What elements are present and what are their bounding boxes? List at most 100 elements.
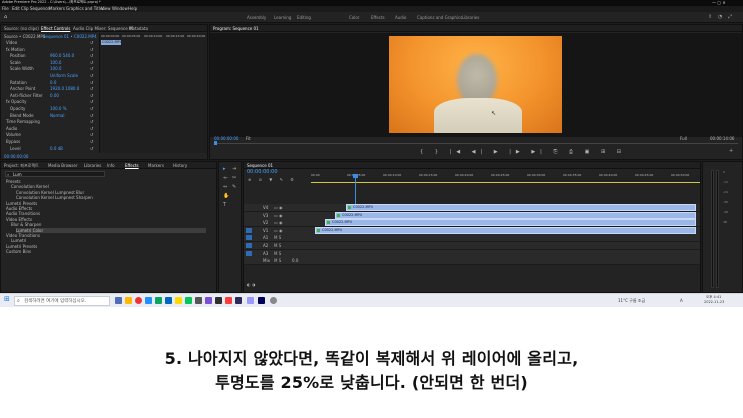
hand-tool-icon[interactable]: ✋	[223, 194, 229, 199]
reset-icon[interactable]: ↺	[90, 47, 93, 52]
fullscreen-icon[interactable]: ⤢	[728, 15, 732, 20]
reset-icon[interactable]: ↺	[90, 66, 93, 71]
effect-property-row[interactable]: Anti-flicker Filter 0.00 ↺	[4, 93, 99, 98]
ws-effects[interactable]: Effects	[371, 15, 385, 20]
track-target-toggle[interactable]	[246, 243, 252, 248]
ws-color[interactable]: Color	[349, 15, 359, 20]
effect-property-row[interactable]: Bypass ↺	[4, 139, 99, 144]
effect-property-value[interactable]: 100.0 %	[50, 106, 67, 111]
taskbar-search-input[interactable]: ⌕ 검색하려면 여기에 입력하십시오.	[14, 296, 110, 306]
effects-tree-item[interactable]: Video Effects	[6, 217, 32, 222]
track-target-toggle[interactable]	[246, 235, 252, 241]
effects-tree-item[interactable]: Lumetri Presets	[6, 244, 37, 249]
track-target-toggle[interactable]	[246, 227, 252, 233]
transport-controls[interactable]: { } |◀ ◀| ▶ |▶ ▶| ⎘ ⎙ ▣ ⊞ ⊟	[420, 149, 626, 155]
track-lane[interactable]	[311, 257, 700, 266]
tab-effect-controls[interactable]: Effect Controls	[41, 26, 70, 31]
tab-info[interactable]: Info	[107, 163, 115, 168]
reset-icon[interactable]: ↺	[90, 73, 93, 78]
slip-tool-icon[interactable]: ⇔	[223, 185, 227, 190]
reset-icon[interactable]: ↺	[90, 86, 93, 91]
track-mute-icon[interactable]: M S	[274, 243, 281, 248]
effect-property-row[interactable]: Rotation 0.0 ↺	[4, 80, 99, 85]
track-header[interactable]: Mix M S	[244, 257, 311, 266]
ws-captions[interactable]: Captions and Graphics	[417, 15, 462, 20]
effects-tree-item[interactable]: Convolution Kernel	[11, 184, 49, 189]
mix-level-value[interactable]: 0.0	[292, 258, 298, 263]
photoshop-icon[interactable]	[258, 297, 265, 304]
reset-icon[interactable]: ↺	[90, 119, 93, 124]
effect-property-value[interactable]: 100.0	[50, 66, 61, 71]
effects-tree-item[interactable]: Video Transitions	[6, 233, 40, 238]
effect-property-row[interactable]: Position 960.0 540.0 ↺	[4, 53, 99, 58]
effects-tree-item[interactable]: Lumetri	[11, 238, 26, 243]
track-eye-icon[interactable]: ▭ ◉	[274, 205, 283, 210]
reset-icon[interactable]: ↺	[90, 139, 93, 144]
reset-icon[interactable]: ↺	[90, 99, 93, 104]
program-title[interactable]: Program: Sequence 01	[213, 26, 259, 31]
program-timecode[interactable]: 00:00:00:00	[214, 136, 238, 141]
work-area-bar[interactable]	[311, 182, 700, 183]
tab-media-browser[interactable]: Media Browser	[48, 163, 78, 168]
effect-property-row[interactable]: Blend Mode Normal ↺	[4, 113, 99, 118]
video-clip[interactable]: C0022.MP4	[315, 226, 696, 234]
track-mute-icon[interactable]: M S	[274, 235, 281, 240]
ws-editing[interactable]: Editing	[297, 15, 311, 20]
file-explorer-icon[interactable]	[125, 297, 132, 304]
reset-icon[interactable]: ↺	[90, 60, 93, 65]
playhead-handle[interactable]	[353, 174, 358, 178]
bell-icon[interactable]: ◔	[718, 15, 722, 20]
task-view-icon[interactable]	[115, 297, 122, 304]
effect-property-row[interactable]: Opacity 100.0 % ↺	[4, 106, 99, 111]
razor-icon[interactable]: ✂	[232, 176, 236, 181]
effect-property-row[interactable]: Time Remapping ↺	[4, 119, 99, 124]
effect-property-row[interactable]: Uniform Scale ↺	[4, 73, 99, 78]
effect-property-value[interactable]: 0.0	[50, 80, 56, 85]
effect-property-value[interactable]: 100.0	[50, 60, 61, 65]
ws-libraries[interactable]: Libraries	[462, 15, 479, 20]
effects-tree-item[interactable]: Presets	[6, 179, 21, 184]
tab-libraries[interactable]: Libraries	[84, 163, 101, 168]
timeline-ruler[interactable]: 00:0000:00:05:0000:00:10:0000:00:15:0000…	[311, 171, 700, 185]
effects-search-input[interactable]: ⌕ Lum	[5, 171, 105, 177]
selection-tool-icon[interactable]: ▸	[223, 167, 226, 172]
effect-property-row[interactable]: Anchor Point 1920.0 1080.0 ↺	[4, 86, 99, 91]
ws-audio[interactable]: Audio	[395, 15, 406, 20]
effect-property-row[interactable]: Audio ↺	[4, 126, 99, 131]
track-eye-icon[interactable]: ▭ ◉	[274, 220, 283, 225]
tab-markers[interactable]: Markers	[148, 163, 164, 168]
weather-text[interactable]: 11°C 구름 조금	[618, 298, 645, 303]
pen-tool-icon[interactable]: ✎	[232, 185, 236, 190]
track-mute-icon[interactable]: M S	[274, 251, 281, 256]
timeline-timecode[interactable]: 00:00:00:00	[247, 170, 278, 175]
program-scrubber[interactable]	[214, 143, 738, 144]
track-target-toggle[interactable]	[246, 250, 252, 256]
effect-property-row[interactable]: fx Motion ↺	[4, 47, 99, 52]
premiere-pro-icon[interactable]	[247, 297, 254, 304]
tab-source[interactable]: Source: (no clips)	[4, 26, 39, 31]
share-icon[interactable]: ⇪	[708, 15, 712, 20]
naver-icon[interactable]	[185, 297, 192, 304]
reset-icon[interactable]: ↺	[90, 106, 93, 111]
app-icon-purple[interactable]	[205, 297, 212, 304]
clip-chip[interactable]: C0022.MP4	[101, 40, 122, 45]
ws-learning[interactable]: Learning	[274, 15, 291, 20]
tab-project[interactable]: Project: 퐈프로젝트	[4, 163, 39, 168]
reset-icon[interactable]: ↺	[90, 40, 93, 45]
video-clip[interactable]: C0022.MP4	[346, 204, 696, 211]
video-clip[interactable]: C0022.MP4	[335, 211, 696, 219]
effect-property-row[interactable]: Level 0.0 dB ↺	[4, 146, 99, 151]
reset-icon[interactable]: ↺	[90, 113, 93, 118]
track-eye-icon[interactable]: ▭ ◉	[274, 228, 283, 233]
premiere-taskbar-icon[interactable]	[235, 297, 242, 304]
reset-icon[interactable]: ↺	[90, 93, 93, 98]
program-viewer[interactable]: ↖	[210, 33, 742, 137]
window-controls[interactable]: — ▢ ✕	[712, 0, 726, 5]
effect-property-row[interactable]: fx Opacity ↺	[4, 99, 99, 104]
video-clip[interactable]: C0022.MP4	[325, 219, 696, 227]
ws-assembly[interactable]: Assembly	[247, 15, 266, 20]
effect-property-row[interactable]: Scale Width 100.0 ↺	[4, 66, 99, 71]
effect-mini-timeline[interactable]: 00:00:00:00 00:00:05:00 00:00:10:00 00:0…	[99, 33, 207, 153]
home-icon[interactable]: ⌂	[4, 15, 7, 20]
effects-tree-item[interactable]: Audio Transitions	[6, 211, 40, 216]
